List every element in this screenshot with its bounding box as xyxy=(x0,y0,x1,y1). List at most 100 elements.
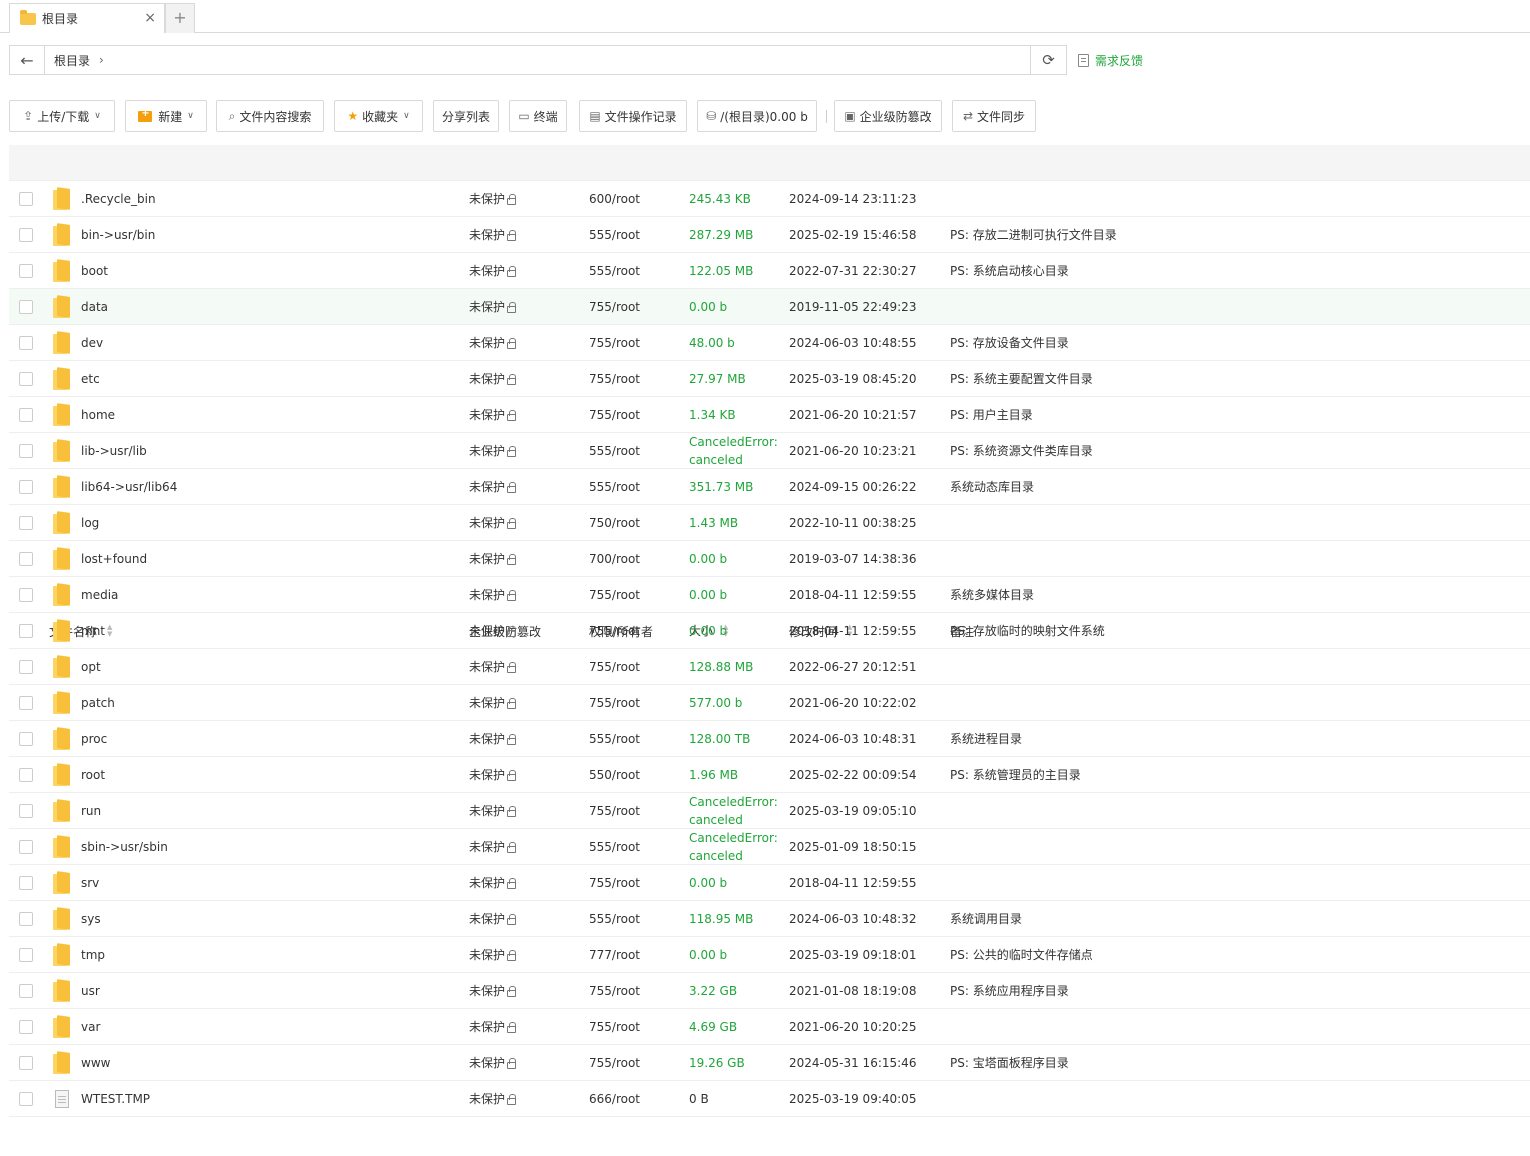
row-checkbox[interactable] xyxy=(19,181,33,216)
tamper-status[interactable]: 未保护 xyxy=(469,262,505,279)
perm-owner[interactable]: 755/root xyxy=(589,624,640,638)
lock-icon[interactable] xyxy=(507,230,517,241)
lock-icon[interactable] xyxy=(507,446,517,457)
tamper-cell[interactable]: 未保护 xyxy=(469,181,517,216)
tamper-protect-button[interactable]: ▣ 企业级防篡改 xyxy=(834,100,942,132)
disk-button[interactable]: ⛁ /(根目录)0.00 b xyxy=(697,100,817,132)
file-name-cell[interactable]: tmp xyxy=(49,937,105,972)
file-note[interactable]: 系统动态库目录 xyxy=(950,478,1034,495)
arrow-left-icon[interactable]: ← xyxy=(10,46,45,74)
file-name[interactable]: proc xyxy=(81,732,107,746)
file-name-cell[interactable]: WTEST.TMP xyxy=(49,1081,150,1116)
tamper-cell[interactable]: 未保护 xyxy=(469,721,517,756)
row-checkbox[interactable] xyxy=(19,901,33,936)
tamper-status[interactable]: 未保护 xyxy=(469,514,505,531)
tamper-cell[interactable]: 未保护 xyxy=(469,1009,517,1044)
note-cell[interactable]: PS: 公共的临时文件存储点 xyxy=(950,937,1093,972)
perm-cell[interactable]: 755/root xyxy=(589,361,640,396)
note-cell[interactable]: PS: 存放设备文件目录 xyxy=(950,325,1069,360)
table-row[interactable]: bin->usr/bin 未保护 555/root 287.29 MB 2025-02-… xyxy=(9,217,1530,253)
table-row[interactable]: log 未保护 750/root 1.43 MB 2022-10-11 00:38:25 xyxy=(9,505,1530,541)
file-note[interactable]: PS: 系统主要配置文件目录 xyxy=(950,370,1093,387)
row-checkbox[interactable] xyxy=(19,361,33,396)
file-name[interactable]: log xyxy=(81,516,99,530)
row-checkbox[interactable] xyxy=(19,217,33,252)
checkbox-box[interactable] xyxy=(19,587,33,602)
checkbox-box[interactable] xyxy=(19,731,33,746)
checkbox-box[interactable] xyxy=(19,1091,33,1106)
lock-icon[interactable] xyxy=(507,554,517,565)
checkbox-box[interactable] xyxy=(19,263,33,278)
tamper-cell[interactable]: 未保护 xyxy=(469,541,517,576)
feedback-link[interactable]: 需求反馈 xyxy=(1078,52,1143,69)
file-name-cell[interactable]: www xyxy=(49,1045,110,1080)
note-cell[interactable]: PS: 系统应用程序目录 xyxy=(950,973,1069,1008)
file-note[interactable]: PS: 存放临时的映射文件系统 xyxy=(950,622,1105,639)
tamper-cell[interactable]: 未保护 xyxy=(469,469,517,504)
tamper-cell[interactable]: 未保护 xyxy=(469,685,517,720)
checkbox-box[interactable] xyxy=(19,443,33,458)
file-name-cell[interactable]: etc xyxy=(49,361,100,396)
file-name[interactable]: run xyxy=(81,804,101,818)
file-name-cell[interactable]: usr xyxy=(49,973,100,1008)
tamper-status[interactable]: 未保护 xyxy=(469,622,505,639)
lock-icon[interactable] xyxy=(507,878,517,889)
checkbox-box[interactable] xyxy=(19,947,33,962)
note-cell[interactable]: 系统动态库目录 xyxy=(950,469,1034,504)
tamper-cell[interactable]: 未保护 xyxy=(469,865,517,900)
note-cell[interactable]: 系统进程目录 xyxy=(950,721,1022,756)
row-checkbox[interactable] xyxy=(19,289,33,324)
file-note[interactable]: PS: 系统管理员的主目录 xyxy=(950,766,1081,783)
op-log-button[interactable]: ▤ 文件操作记录 xyxy=(579,100,687,132)
checkbox-box[interactable] xyxy=(19,551,33,566)
perm-cell[interactable]: 755/root xyxy=(589,1009,640,1044)
tamper-status[interactable]: 未保护 xyxy=(469,1090,505,1107)
close-icon[interactable]: × xyxy=(144,10,156,26)
lock-icon[interactable] xyxy=(507,698,517,709)
file-name[interactable]: opt xyxy=(81,660,101,674)
file-sync-button[interactable]: ⇄ 文件同步 xyxy=(952,100,1036,132)
table-row[interactable]: data 未保护 755/root 0.00 b 2019-11-05 22:49:23 xyxy=(9,289,1530,325)
tamper-status[interactable]: 未保护 xyxy=(469,766,505,783)
perm-owner[interactable]: 555/root xyxy=(589,444,640,458)
perm-cell[interactable]: 555/root xyxy=(589,253,640,288)
perm-cell[interactable]: 555/root xyxy=(589,217,640,252)
tamper-status[interactable]: 未保护 xyxy=(469,370,505,387)
file-name[interactable]: media xyxy=(81,588,118,602)
file-note[interactable]: PS: 系统应用程序目录 xyxy=(950,982,1069,999)
perm-cell[interactable]: 555/root xyxy=(589,433,640,468)
file-name[interactable]: lib->usr/lib xyxy=(81,444,147,458)
note-cell[interactable]: PS: 存放二进制可执行文件目录 xyxy=(950,217,1117,252)
checkbox-box[interactable] xyxy=(19,623,33,638)
lock-icon[interactable] xyxy=(507,1094,517,1105)
checkbox-box[interactable] xyxy=(19,191,33,206)
perm-owner[interactable]: 555/root xyxy=(589,840,640,854)
tamper-cell[interactable]: 未保护 xyxy=(469,1045,517,1080)
row-checkbox[interactable] xyxy=(19,829,33,864)
file-name[interactable]: var xyxy=(81,1020,100,1034)
checkbox-box[interactable] xyxy=(19,515,33,530)
upload-download-button[interactable]: ⇪ 上传/下载 ∨ xyxy=(9,100,115,132)
checkbox-box[interactable] xyxy=(19,299,33,314)
row-checkbox[interactable] xyxy=(19,505,33,540)
file-name-cell[interactable]: sbin->usr/sbin xyxy=(49,829,168,864)
tamper-cell[interactable]: 未保护 xyxy=(469,361,517,396)
file-name-cell[interactable]: bin->usr/bin xyxy=(49,217,155,252)
note-cell[interactable]: PS: 宝塔面板程序目录 xyxy=(950,1045,1069,1080)
table-row[interactable]: lost+found 未保护 700/root 0.00 b 2019-03-07 14… xyxy=(9,541,1530,577)
row-checkbox[interactable] xyxy=(19,1045,33,1080)
perm-cell[interactable]: 555/root xyxy=(589,469,640,504)
lock-icon[interactable] xyxy=(507,374,517,385)
checkbox-box[interactable] xyxy=(19,335,33,350)
row-checkbox[interactable] xyxy=(19,613,33,648)
perm-owner[interactable]: 755/root xyxy=(589,1056,640,1070)
row-checkbox[interactable] xyxy=(19,433,33,468)
perm-owner[interactable]: 755/root xyxy=(589,876,640,890)
row-checkbox[interactable] xyxy=(19,253,33,288)
table-row[interactable]: sys 未保护 555/root 118.95 MB 2024-06-03 10:48:… xyxy=(9,901,1530,937)
tamper-status[interactable]: 未保护 xyxy=(469,838,505,855)
perm-owner[interactable]: 600/root xyxy=(589,192,640,206)
file-name[interactable]: usr xyxy=(81,984,100,998)
tamper-cell[interactable]: 未保护 xyxy=(469,829,517,864)
table-row[interactable]: lib64->usr/lib64 未保护 555/root 351.73 MB 2024… xyxy=(9,469,1530,505)
